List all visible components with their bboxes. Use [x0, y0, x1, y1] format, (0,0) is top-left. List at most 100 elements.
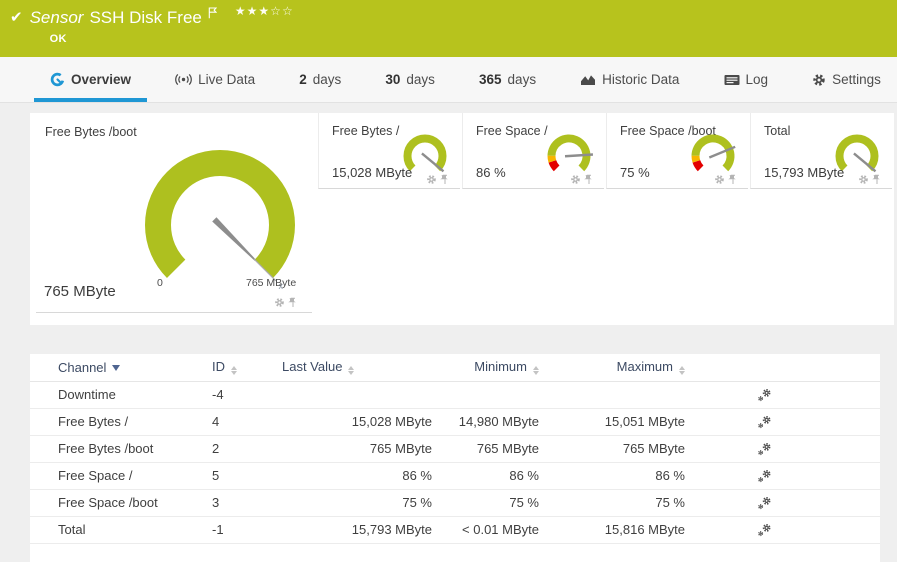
column-header-last-value[interactable]: Last Value: [282, 354, 432, 382]
channel-name: Free Bytes /: [30, 408, 212, 436]
channel-settings-icon[interactable]: [757, 496, 772, 510]
gear-icon[interactable]: [858, 174, 869, 185]
gear-icon[interactable]: [274, 297, 285, 308]
gear-icon[interactable]: [426, 174, 437, 185]
maximum-value: 86 %: [539, 462, 685, 490]
channel-id: -1: [212, 516, 282, 544]
page-title: SSH Disk Free: [89, 8, 202, 27]
table-row: Free Space /boot 3 75 % 75 % 75 %: [30, 489, 880, 517]
column-header-id[interactable]: ID: [212, 354, 282, 382]
gauge-value: 15,028 MByte: [332, 165, 413, 180]
maximum-value: 15,051 MByte: [539, 408, 685, 436]
channels-table-panel: Channel ID Last Value Minimum Maximum Downti…: [30, 354, 880, 562]
table-row: Free Space /5 86 % 86 % 86 %: [30, 462, 880, 490]
table-row: Free Bytes /4 15,028 MByte 14,980 MByte 15,…: [30, 408, 880, 436]
minimum-value: 75 %: [432, 489, 539, 517]
tab-settings[interactable]: Settings: [808, 57, 885, 102]
overview-gauges-panel: Free Bytes /boot x 765 MByte 0 765 MByte…: [30, 113, 894, 325]
channel-settings-icon[interactable]: [757, 442, 772, 456]
channel-id: 5: [212, 462, 282, 490]
broadcast-icon: [175, 73, 193, 86]
table-row: Downtime -4: [30, 381, 880, 409]
column-label: Last Value: [282, 359, 343, 375]
tab-label: Settings: [832, 72, 881, 87]
gauge-free-space-boot: Free Space /boot 75 %: [606, 113, 750, 325]
tab-historic-data[interactable]: Historic Data: [576, 57, 683, 102]
sort-icon: [533, 366, 539, 376]
tab-30-days[interactable]: 30 days: [381, 57, 439, 102]
star-filled-icon[interactable]: ★: [247, 4, 259, 18]
table-row: Free Bytes /boot 2 765 MByte 765 MByte 765 M…: [30, 435, 880, 463]
column-label: Maximum: [616, 359, 673, 375]
priority-stars[interactable]: ★★★☆☆: [235, 4, 294, 18]
channel-settings-icon[interactable]: [757, 523, 772, 537]
column-label: Minimum: [474, 359, 527, 375]
tab-days-count: 2: [299, 72, 307, 87]
pin-icon[interactable]: [872, 174, 882, 185]
column-header-channel[interactable]: Channel: [30, 354, 212, 382]
pin-icon[interactable]: [440, 174, 450, 185]
log-icon: [724, 74, 740, 85]
minimum-value: 14,980 MByte: [432, 408, 539, 436]
tab-label: days: [507, 72, 537, 87]
pin-icon[interactable]: [728, 174, 738, 185]
gauge-value: 15,793 MByte: [764, 165, 845, 180]
last-value: 15,793 MByte: [282, 516, 432, 544]
last-value: 86 %: [282, 462, 432, 490]
gauge-title: Total: [764, 124, 791, 138]
channel-name: Total: [30, 516, 212, 544]
settings-icon: [813, 73, 825, 86]
channels-table: Channel ID Last Value Minimum Maximum Downti…: [30, 354, 880, 544]
tab-log[interactable]: Log: [720, 57, 773, 102]
gauge-scale-max: 765 MByte: [246, 277, 297, 289]
sensor-type-label: Sensor: [29, 8, 84, 27]
gear-icon[interactable]: [714, 174, 725, 185]
channel-settings-icon[interactable]: [757, 388, 772, 402]
historic-icon: [581, 75, 596, 85]
channel-settings-icon[interactable]: [757, 415, 772, 429]
tab-label: days: [406, 72, 435, 87]
tab-2-days[interactable]: 2 days: [295, 57, 345, 102]
sensor-header: ✔ Sensor SSH Disk Free ★★★☆☆ OK: [0, 0, 897, 57]
tab-label: Log: [745, 72, 769, 87]
pin-icon[interactable]: [288, 297, 298, 308]
gauge-icon: [50, 72, 65, 87]
gauge-value: 75 %: [620, 165, 650, 180]
channel-id: 3: [212, 489, 282, 517]
flag-icon[interactable]: [208, 6, 218, 24]
channel-id: 4: [212, 408, 282, 436]
minimum-value: 86 %: [432, 462, 539, 490]
gauge-free-bytes-boot: Free Bytes /boot x 765 MByte 0 765 MByte: [30, 113, 318, 325]
gauge-title: Free Bytes /boot: [45, 125, 137, 139]
star-filled-icon[interactable]: ★: [235, 4, 247, 18]
pin-icon[interactable]: [584, 174, 594, 185]
tab-overview[interactable]: Overview: [33, 57, 148, 102]
gauge-value: 765 MByte: [44, 283, 116, 300]
sort-icon: [231, 366, 237, 376]
column-label: Channel: [58, 359, 107, 375]
star-filled-icon[interactable]: ★: [258, 4, 270, 18]
maximum-value: 765 MByte: [539, 435, 685, 463]
column-header-minimum[interactable]: Minimum: [432, 354, 539, 382]
gear-icon[interactable]: [570, 174, 581, 185]
column-header-maximum[interactable]: Maximum: [539, 354, 685, 382]
maximum-value: 15,816 MByte: [539, 516, 685, 544]
last-value: 15,028 MByte: [282, 408, 432, 436]
tab-label: days: [312, 72, 342, 87]
maximum-value: 75 %: [539, 489, 685, 517]
sort-icon: [679, 366, 685, 376]
tab-label: Overview: [71, 72, 132, 87]
channel-name: Free Space /boot: [30, 489, 212, 517]
tab-365-days[interactable]: 365 days: [475, 57, 540, 102]
minimum-value: [432, 381, 539, 409]
gauge-free-bytes: Free Bytes / 15,028 MByte: [318, 113, 462, 325]
last-value: 75 %: [282, 489, 432, 517]
gauge-title: Free Space /: [476, 124, 548, 138]
star-empty-icon[interactable]: ☆: [270, 4, 282, 18]
gauge-total: Total 15,793 MByte: [750, 113, 894, 325]
minimum-value: 765 MByte: [432, 435, 539, 463]
star-empty-icon[interactable]: ☆: [282, 4, 294, 18]
tab-live-data[interactable]: Live Data: [171, 57, 259, 102]
channel-settings-icon[interactable]: [757, 469, 772, 483]
last-value: [282, 381, 432, 409]
